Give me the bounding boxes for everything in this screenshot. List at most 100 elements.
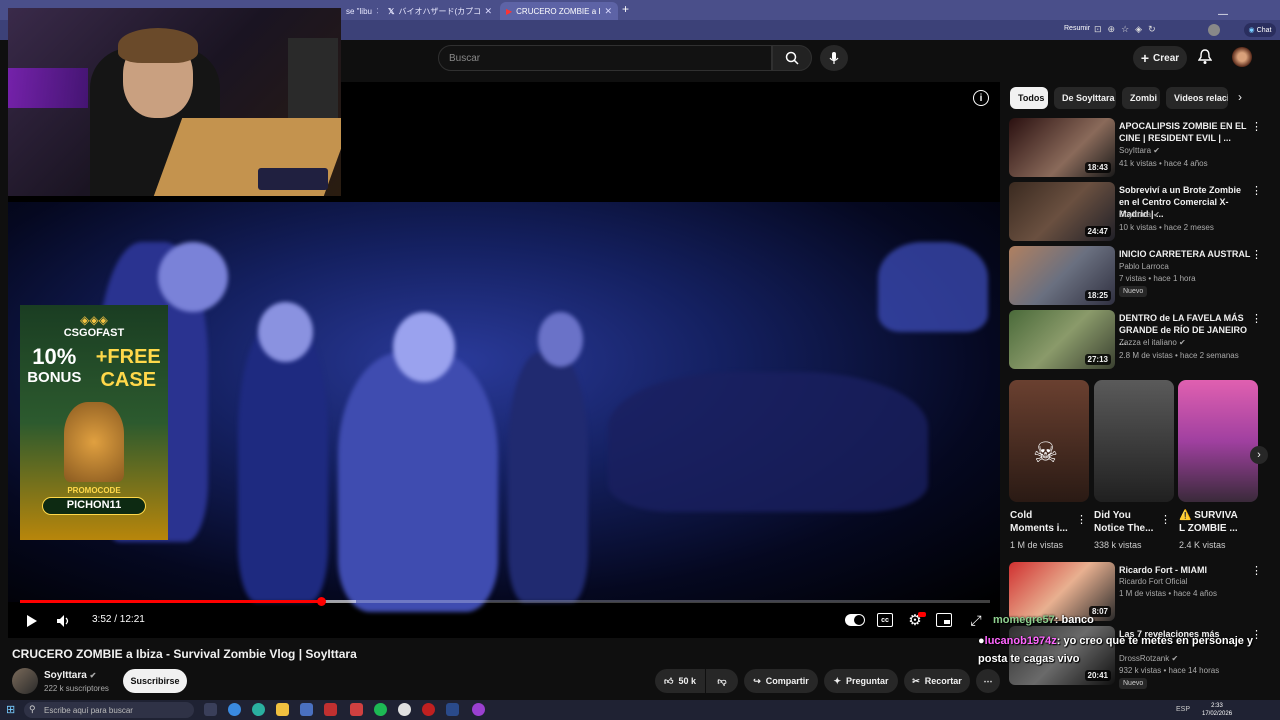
chip-related[interactable]: Videos relacio [1166,87,1228,109]
chat-message: momegre57: banco [993,614,1094,626]
spotify-icon[interactable] [374,703,387,716]
language-indicator[interactable]: ESP [1176,706,1190,713]
related-channel[interactable]: Zazza el italiano ✔ [1119,338,1186,347]
copilot-icon: ◉ [1248,27,1255,34]
windows-start-icon[interactable]: ⊞ [6,704,18,716]
related-meta: 1 M de vistas • hace 4 años [1119,589,1217,598]
short-thumbnail[interactable]: ☠ [1009,380,1089,502]
browser-icon[interactable] [472,703,485,716]
browser-tab-active[interactable]: ▶CRUCERO ZOMBIE a Ibiza - S✕ [500,2,618,20]
more-vertical-icon[interactable]: ⋮ [1251,248,1262,261]
search-icon [785,51,799,65]
chat-username: momegre57 [993,614,1055,626]
fullscreen-icon[interactable]: ⤢ [967,611,985,629]
related-title[interactable]: Ricardo Fort - MIAMI [1119,564,1251,576]
video-thumbnail[interactable]: 24:47 [1009,182,1115,241]
clock[interactable]: 2:33 17/02/2026 [1202,702,1232,718]
video-thumbnail[interactable]: 18:43 [1009,118,1115,177]
voice-search-button[interactable] [820,45,848,71]
app-icon[interactable] [350,703,363,716]
related-channel[interactable]: DrossRotzank ✔ [1119,654,1178,663]
steam-icon[interactable] [446,703,459,716]
more-vertical-icon[interactable]: ⋮ [1251,184,1262,197]
chip-all[interactable]: Todos [1010,87,1048,109]
clip-button[interactable]: ✂ Recortar [904,669,970,693]
microphone-icon [829,52,839,64]
new-tab-button[interactable]: + [622,2,629,16]
chevron-right-icon[interactable]: › [1238,90,1242,104]
related-channel[interactable]: Ricardo Fort Oficial [1119,577,1187,586]
progress-scrubber[interactable] [316,597,326,606]
chip-zombie[interactable]: Zombi [1122,87,1160,109]
short-views: 2.4 K vistas [1179,540,1226,550]
more-actions-button[interactable]: ⋯ [976,669,1000,693]
close-icon[interactable]: ✕ [604,6,612,17]
minimize-icon[interactable]: — [1218,9,1228,20]
more-vertical-icon[interactable]: ⋮ [1251,120,1262,133]
related-channel[interactable]: SoyIttara ✔ [1119,210,1160,219]
related-channel[interactable]: SoyIttara ✔ [1119,146,1160,155]
edge-icon[interactable] [252,703,265,716]
obs-icon[interactable] [422,703,435,716]
chip-from-channel[interactable]: De SoyIttara [1054,87,1116,109]
related-channel-text: Zazza el italiano [1119,338,1177,347]
related-title[interactable]: APOCALIPSIS ZOMBIE EN EL CINE | RESIDENT… [1119,120,1251,144]
channel-avatar[interactable] [12,668,38,694]
chat-button[interactable]: ◉ Chat [1244,23,1276,37]
toolbar-icons[interactable]: ⊡⊕☆◈↻ [1094,24,1162,35]
miniplayer-icon[interactable] [936,613,952,627]
short-thumbnail[interactable] [1178,380,1258,502]
subtitles-icon[interactable]: cc [877,613,893,627]
info-icon[interactable]: i [973,90,989,106]
progress-buffered [320,600,356,603]
browser-tab[interactable]: 𝕏バイオハザード(カプコン公式 on X: "最✕ [382,2,498,20]
more-vertical-icon[interactable]: ⋮ [1076,513,1087,526]
shorts-next-button[interactable]: › [1250,446,1268,464]
short-thumbnail[interactable] [1094,380,1174,502]
play-button[interactable] [24,613,40,629]
related-channel[interactable]: Pablo Larroca [1119,262,1169,271]
account-avatar[interactable] [1232,47,1252,67]
close-icon[interactable]: ✕ [484,6,492,17]
notifications-icon[interactable] [1197,49,1213,70]
like-button[interactable]: 👍︎ 50 k [655,669,705,693]
summarize-button[interactable]: Resumir [1064,25,1090,32]
app-icon[interactable] [324,703,337,716]
copilot-icon[interactable] [228,703,241,716]
chat-message: ●lucanob1974z: yo creo que te metes en p… [978,635,1253,647]
dislike-button[interactable]: 👎︎ [706,669,738,693]
short-title[interactable]: ⚠️ SURVIVA L ZOMBIE ... [1179,509,1241,535]
share-button[interactable]: ↪ Compartir [744,669,818,693]
taskbar-search[interactable]: Escribe aquí para buscar [24,702,194,718]
thumbs-up-icon: 👍︎ [664,675,674,686]
video-title: CRUCERO ZOMBIE a Ibiza - Survival Zombie… [12,647,357,661]
channel-name[interactable]: SoyIttara ✔ [44,670,96,681]
app-icon[interactable] [398,703,411,716]
subscribe-button[interactable]: Suscribirse [123,669,187,693]
badge-icon: ● [978,635,985,647]
more-vertical-icon[interactable]: ⋮ [1251,564,1262,577]
short-title[interactable]: Did You Notice The... [1094,509,1156,535]
short-title[interactable]: Cold Moments i... [1010,509,1072,535]
verified-icon: ✔ [1179,338,1186,347]
task-view-icon[interactable] [204,703,217,716]
search-input[interactable]: Buscar [438,45,772,71]
browser-tab[interactable]: se "libu ✕ [340,2,378,20]
related-title[interactable]: INICIO CARRETERA AUSTRAL [1119,248,1251,260]
volume-button[interactable] [55,613,71,629]
store-icon[interactable] [300,703,313,716]
more-vertical-icon[interactable]: ⋮ [1251,312,1262,325]
create-button[interactable]: + Crear [1133,46,1187,70]
profile-avatar[interactable] [1208,24,1220,36]
video-thumbnail[interactable]: 18:25 [1009,246,1115,305]
search-button[interactable] [772,45,812,71]
close-icon[interactable]: ✕ [376,6,378,17]
video-thumbnail[interactable]: 8:07 [1009,562,1115,621]
progress-bar[interactable] [20,600,990,603]
autoplay-toggle[interactable] [845,614,865,626]
file-explorer-icon[interactable] [276,703,289,716]
ask-button[interactable]: ✦ Preguntar [824,669,898,693]
more-vertical-icon[interactable]: ⋮ [1160,513,1171,526]
video-thumbnail[interactable]: 27:13 [1009,310,1115,369]
subscriber-count: 222 k suscriptores [44,684,109,693]
